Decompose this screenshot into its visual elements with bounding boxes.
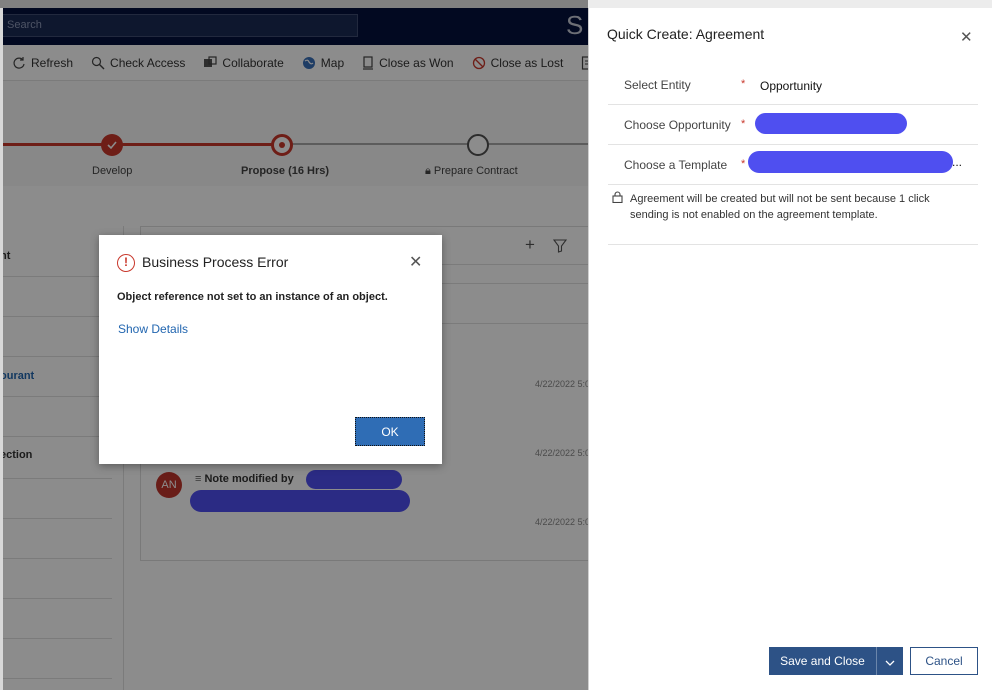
choose-template-value-redacted[interactable]	[748, 151, 953, 173]
select-entity-value[interactable]: Opportunity	[760, 79, 822, 93]
notice-text: Agreement will be created but will not b…	[630, 193, 930, 221]
close-icon[interactable]: ✕	[409, 252, 422, 272]
error-message: Object reference not set to an instance …	[117, 291, 388, 303]
agreement-notice: Agreement will be created but will not b…	[608, 183, 978, 245]
choose-template-label: Choose a Template	[624, 158, 728, 172]
select-entity-label: Select Entity	[624, 78, 691, 92]
window-frame-left	[0, 8, 3, 690]
choose-template-ellipsis: ...	[952, 155, 963, 169]
choose-template-row: Choose a Template * ...	[608, 145, 978, 185]
choose-opportunity-row: Choose Opportunity *	[608, 105, 978, 145]
close-icon[interactable]: ✕	[960, 28, 973, 46]
ok-button[interactable]: OK	[355, 417, 425, 446]
choose-opportunity-label: Choose Opportunity	[624, 118, 731, 132]
required-marker: *	[741, 118, 746, 130]
quick-create-pane: Quick Create: Agreement ✕ Select Entity …	[588, 8, 992, 690]
show-details-link[interactable]: Show Details	[118, 322, 188, 336]
save-options-button[interactable]	[876, 647, 903, 675]
dialog-title: Business Process Error	[142, 254, 289, 270]
required-marker: *	[741, 78, 746, 90]
chevron-down-icon	[885, 660, 895, 666]
lock-icon	[612, 191, 623, 203]
pane-title: Quick Create: Agreement	[607, 26, 765, 42]
business-process-error-dialog: ! Business Process Error ✕ Object refere…	[99, 235, 442, 464]
cancel-button[interactable]: Cancel	[910, 647, 978, 675]
select-entity-row: Select Entity * Opportunity	[608, 65, 978, 105]
choose-opportunity-value-redacted[interactable]	[755, 113, 907, 134]
required-marker: *	[741, 158, 746, 170]
save-and-close-button[interactable]: Save and Close	[769, 647, 876, 675]
error-icon: !	[117, 254, 135, 272]
